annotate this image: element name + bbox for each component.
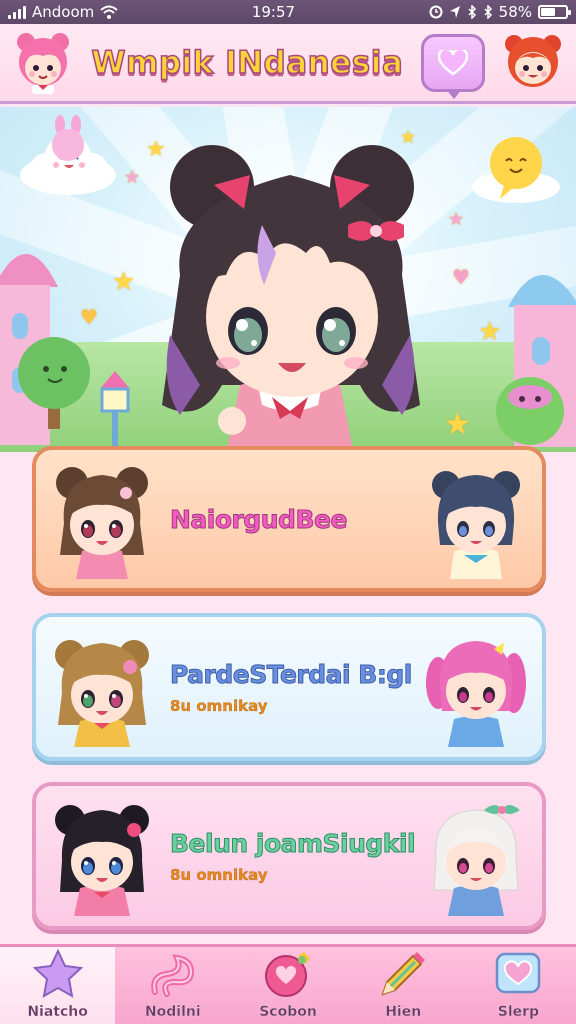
pink-girl-avatar-icon bbox=[17, 32, 69, 94]
brown-hair-girl-portrait bbox=[50, 459, 154, 579]
card-character-name: Belun joamSiugkil bbox=[170, 828, 417, 858]
nav-tab-hien[interactable]: Hien bbox=[346, 947, 461, 1024]
pencil-icon bbox=[381, 952, 426, 996]
black-hair-girl-portrait bbox=[50, 796, 154, 916]
card-character-name: NaiorgudBee bbox=[170, 504, 348, 534]
battery-percent: 58% bbox=[498, 3, 532, 21]
bluetooth-icon bbox=[468, 5, 476, 19]
heart-deco-icon: ♥ bbox=[80, 305, 98, 329]
nav-label: Hien bbox=[385, 1004, 422, 1020]
bottom-nav: Niatcho Nodilni Scobon Hien Slerp bbox=[0, 944, 576, 1024]
ribbon-icon bbox=[151, 954, 194, 997]
app-header: Wmpik INdanesia bbox=[0, 24, 576, 104]
pink-bunny-icon bbox=[46, 115, 90, 165]
location-icon bbox=[449, 6, 460, 18]
green-tree-creature-icon bbox=[12, 329, 102, 429]
white-hair-girl-portrait bbox=[424, 796, 528, 916]
companion-avatar[interactable] bbox=[502, 32, 564, 94]
heart-orb-icon bbox=[265, 952, 310, 997]
profile-avatar[interactable] bbox=[12, 32, 74, 94]
nav-label: Nodilni bbox=[144, 1004, 201, 1020]
star-icon: ★ bbox=[112, 267, 136, 297]
lamp-post-icon bbox=[92, 367, 138, 447]
hero-banner: ★ ★ ★ ★ ★ ★ ★ ♥ ♥ bbox=[0, 107, 576, 452]
carrier-label: Andoom bbox=[32, 3, 95, 21]
nav-tab-nodilni[interactable]: Nodilni bbox=[115, 947, 230, 1024]
battery-icon bbox=[538, 5, 571, 19]
signal-icon bbox=[8, 5, 26, 19]
alarm-icon bbox=[429, 5, 443, 19]
star-icon: ★ bbox=[124, 167, 141, 188]
character-card-2[interactable]: PardeSTerdai B:gl 8u omnikay bbox=[32, 613, 546, 761]
app-title: Wmpik INdanesia bbox=[91, 44, 404, 82]
nav-tab-slerp[interactable]: Slerp bbox=[461, 947, 576, 1024]
pink-twintail-girl-portrait bbox=[424, 627, 528, 747]
honey-hair-girl-portrait bbox=[50, 627, 154, 747]
star-icon bbox=[32, 948, 83, 998]
heart-box-icon bbox=[496, 952, 541, 994]
hero-character bbox=[140, 135, 440, 452]
nav-label: Slerp bbox=[497, 1004, 540, 1020]
happy-bubble-cloud-icon bbox=[470, 129, 562, 209]
card-character-name: PardeSTerdai B:gl bbox=[170, 659, 413, 689]
bluetooth-icon-2 bbox=[484, 5, 492, 19]
nav-label: Scobon bbox=[259, 1004, 317, 1020]
heart-deco-icon: ♥ bbox=[452, 265, 470, 289]
star-icon: ★ bbox=[448, 209, 465, 230]
heart-icon bbox=[437, 49, 468, 76]
character-card-1[interactable]: NaiorgudBee bbox=[32, 446, 546, 592]
character-card-3[interactable]: Belun joamSiugkil 8u omnikay bbox=[32, 782, 546, 930]
battery-level bbox=[541, 8, 555, 16]
status-bar: Andoom 19:57 58% bbox=[0, 0, 576, 24]
nav-label: Niatcho bbox=[27, 1004, 88, 1020]
nav-tab-scobon[interactable]: Scobon bbox=[230, 947, 345, 1024]
card-character-subtitle: 8u omnikay bbox=[170, 696, 268, 715]
navy-hair-boy-portrait bbox=[424, 459, 528, 579]
favorites-button[interactable] bbox=[420, 33, 485, 99]
clock: 19:57 bbox=[251, 3, 296, 21]
green-bush-creature-icon bbox=[490, 369, 570, 449]
star-icon: ★ bbox=[478, 317, 502, 347]
nav-tab-niatcho[interactable]: Niatcho bbox=[0, 947, 116, 1024]
card-character-subtitle: 8u omnikay bbox=[170, 865, 268, 884]
star-icon: ★ bbox=[444, 407, 471, 442]
wifi-icon bbox=[100, 5, 118, 19]
red-fox-girl-avatar-icon bbox=[504, 34, 561, 87]
